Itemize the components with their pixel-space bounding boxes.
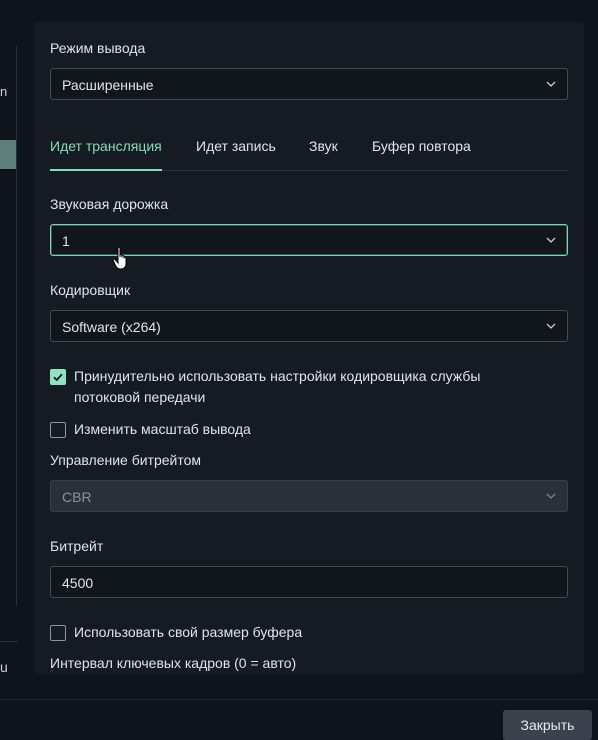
rescale-output-checkbox[interactable] [50,422,66,438]
rescale-output-label: Изменить масштаб вывода [74,421,251,437]
enforce-settings-checkbox[interactable] [50,369,66,385]
audio-track-label: Звуковая дорожка [50,196,169,212]
rate-control-label: Управление битрейтом [50,452,202,468]
encoder-label: Кодировщик [50,282,131,298]
sidebar-bottom-divider [0,641,18,642]
checkmark-icon [53,373,63,382]
enforce-settings-line1: Принудительно использовать настройки код… [74,368,481,384]
enforce-settings-line2: потоковой передачи [74,389,206,405]
bitrate-input[interactable]: 4500 [50,566,568,598]
encoder-value: Software (x264) [62,319,161,335]
sidebar-fragment: n u [0,0,18,700]
footer-divider [0,699,598,700]
sidebar-selected-item[interactable] [0,140,16,169]
sidebar-text-fragment-bottom: u [0,659,8,675]
sidebar-text-fragment: n [0,84,8,99]
enforce-settings-label: Принудительно использовать настройки код… [74,366,480,408]
bitrate-label: Битрейт [50,538,104,554]
rate-control-value: CBR [62,489,92,505]
output-mode-select[interactable]: Расширенные [50,68,568,100]
chevron-down-icon [546,323,556,329]
audio-track-value: 1 [62,233,70,249]
hand-pointer-icon [112,246,127,270]
close-button[interactable]: Закрыть [503,710,592,740]
encoder-select[interactable]: Software (x264) [50,310,568,342]
tab-replay-buffer[interactable]: Буфер повтора [372,138,471,171]
output-mode-label: Режим вывода [50,40,146,56]
output-tabs: Идет трансляция Идет запись Звук Буфер п… [50,134,568,171]
chevron-down-icon [546,237,556,243]
tab-audio[interactable]: Звук [309,138,338,171]
chevron-down-icon [546,493,556,499]
custom-buffer-label: Использовать свой размер буфера [74,624,303,640]
output-mode-value: Расширенные [62,77,154,93]
rate-control-select[interactable]: CBR [50,480,568,512]
custom-buffer-checkbox[interactable] [50,625,66,641]
settings-panel: Режим вывода Расширенные Идет трансляция… [34,22,584,674]
keyframe-interval-label: Интервал ключевых кадров (0 = авто) [50,655,297,671]
bitrate-value: 4500 [62,575,94,591]
chevron-down-icon [546,81,556,87]
tab-recording[interactable]: Идет запись [196,138,276,171]
sidebar-divider [16,46,17,606]
tab-streaming[interactable]: Идет трансляция [50,138,162,171]
